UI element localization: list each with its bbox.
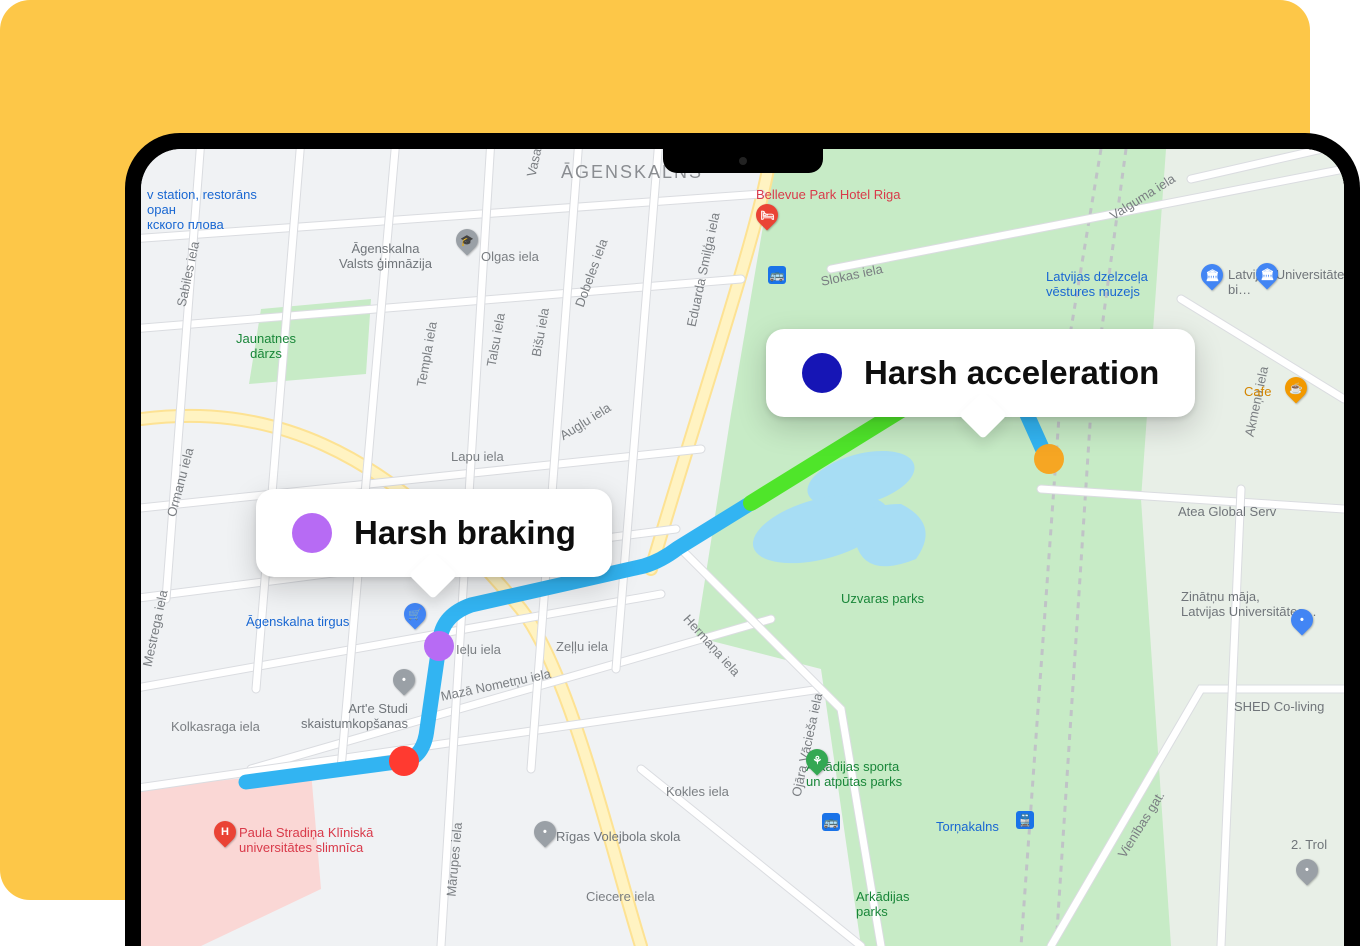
callout-text: Harsh acceleration <box>864 354 1159 392</box>
swatch-darkblue <box>802 353 842 393</box>
laptop-screen: ĀGENSKALNS Sabiles iela Ormanu iela Olga… <box>141 149 1344 946</box>
map-canvas[interactable]: ĀGENSKALNS Sabiles iela Ormanu iela Olga… <box>141 149 1344 946</box>
product-shot-frame: ĀGENSKALNS Sabiles iela Ormanu iela Olga… <box>0 0 1310 900</box>
transit-train-icon[interactable]: 🚆 <box>1016 811 1034 829</box>
callout-text: Harsh braking <box>354 514 576 552</box>
callout-harsh-acceleration: Harsh acceleration <box>766 329 1195 417</box>
laptop-device-bezel: ĀGENSKALNS Sabiles iela Ormanu iela Olga… <box>125 133 1360 946</box>
transit-stop-icon[interactable]: 🚌 <box>822 813 840 831</box>
callout-harsh-braking: Harsh braking <box>256 489 612 577</box>
swatch-purple <box>292 513 332 553</box>
transit-stop-icon[interactable]: 🚌 <box>768 266 786 284</box>
device-notch <box>663 149 823 173</box>
